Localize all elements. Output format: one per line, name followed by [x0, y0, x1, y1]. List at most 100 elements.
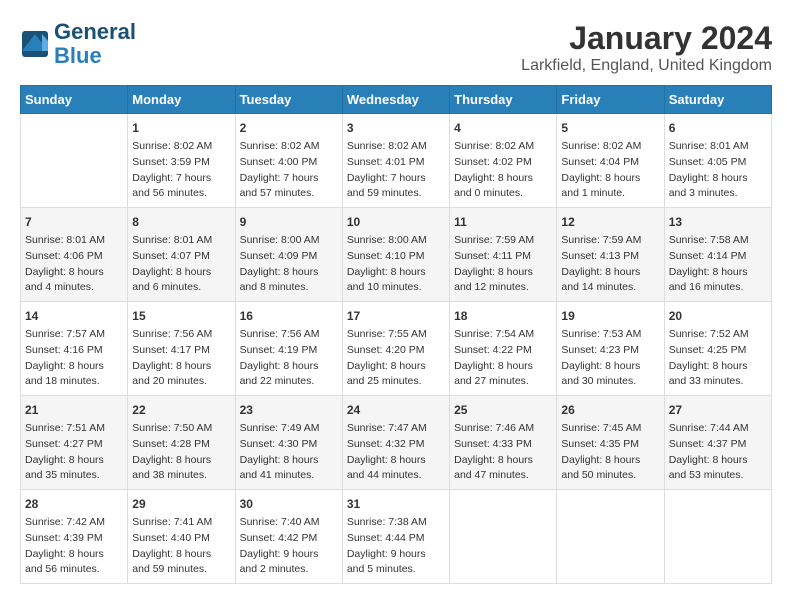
day-content: Sunrise: 7:52 AM Sunset: 4:25 PM Dayligh…	[669, 327, 767, 390]
day-number: 12	[561, 213, 659, 231]
day-number: 23	[240, 401, 338, 419]
logo: General Blue	[20, 20, 136, 68]
calendar-cell: 25Sunrise: 7:46 AM Sunset: 4:33 PM Dayli…	[450, 396, 557, 490]
calendar-cell: 1Sunrise: 8:02 AM Sunset: 3:59 PM Daylig…	[128, 114, 235, 208]
calendar-cell: 31Sunrise: 7:38 AM Sunset: 4:44 PM Dayli…	[342, 490, 449, 584]
day-number: 24	[347, 401, 445, 419]
day-content: Sunrise: 7:42 AM Sunset: 4:39 PM Dayligh…	[25, 515, 123, 578]
calendar-row: 28 Sunrise: 7:42 AM Sunset: 4:39 PM Dayli…	[21, 490, 772, 584]
day-content: Sunrise: 7:56 AM Sunset: 4:17 PM Dayligh…	[132, 327, 230, 390]
day-number: 10	[347, 213, 445, 231]
calendar-cell	[557, 490, 664, 584]
day-number: 8	[132, 213, 230, 231]
calendar-row: 14 Sunrise: 7:57 AM Sunset: 4:16 PM Dayli…	[21, 302, 772, 396]
calendar-cell: 12 Sunrise: 7:59 AM Sunset: 4:13 PM Dayli…	[557, 208, 664, 302]
logo-line2: Blue	[54, 43, 102, 68]
day-number: 28	[25, 495, 123, 513]
day-content: Sunrise: 7:44 AM Sunset: 4:37 PM Dayligh…	[669, 421, 767, 484]
day-number: 17	[347, 307, 445, 325]
day-content: Sunrise: 7:51 AM Sunset: 4:27 PM Dayligh…	[25, 421, 123, 484]
day-number: 25	[454, 401, 552, 419]
day-content: Sunrise: 7:50 AM Sunset: 4:28 PM Dayligh…	[132, 421, 230, 484]
calendar-cell	[21, 114, 128, 208]
day-content: Sunrise: 7:45 AM Sunset: 4:35 PM Dayligh…	[561, 421, 659, 484]
calendar-cell: 23Sunrise: 7:49 AM Sunset: 4:30 PM Dayli…	[235, 396, 342, 490]
day-number: 4	[454, 119, 552, 137]
day-content: Sunrise: 8:00 AM Sunset: 4:10 PM Dayligh…	[347, 233, 445, 296]
calendar-cell: 10 Sunrise: 8:00 AM Sunset: 4:10 PM Dayli…	[342, 208, 449, 302]
header: General Blue January 2024 Larkfield, Eng…	[20, 20, 772, 75]
page-subtitle: Larkfield, England, United Kingdom	[521, 57, 772, 75]
day-number: 15	[132, 307, 230, 325]
day-number: 5	[561, 119, 659, 137]
page-title: January 2024	[521, 20, 772, 57]
day-number: 29	[132, 495, 230, 513]
day-number: 3	[347, 119, 445, 137]
logo-line1: General	[54, 19, 136, 44]
header-cell-thursday: Thursday	[450, 86, 557, 114]
calendar-cell: 16 Sunrise: 7:56 AM Sunset: 4:19 PM Dayli…	[235, 302, 342, 396]
calendar-cell: 18Sunrise: 7:54 AM Sunset: 4:22 PM Dayli…	[450, 302, 557, 396]
calendar-cell: 19 Sunrise: 7:53 AM Sunset: 4:23 PM Dayli…	[557, 302, 664, 396]
day-number: 9	[240, 213, 338, 231]
header-cell-tuesday: Tuesday	[235, 86, 342, 114]
calendar-cell: 26 Sunrise: 7:45 AM Sunset: 4:35 PM Dayli…	[557, 396, 664, 490]
calendar-cell: 3Sunrise: 8:02 AM Sunset: 4:01 PM Daylig…	[342, 114, 449, 208]
day-content: Sunrise: 7:56 AM Sunset: 4:19 PM Dayligh…	[240, 327, 338, 390]
title-block: January 2024 Larkfield, England, United …	[521, 20, 772, 75]
day-number: 13	[669, 213, 767, 231]
day-content: Sunrise: 7:59 AM Sunset: 4:13 PM Dayligh…	[561, 233, 659, 296]
day-content: Sunrise: 8:02 AM Sunset: 4:04 PM Dayligh…	[561, 139, 659, 202]
calendar-cell	[450, 490, 557, 584]
calendar-cell: 29 Sunrise: 7:41 AM Sunset: 4:40 PM Dayli…	[128, 490, 235, 584]
day-content: Sunrise: 7:58 AM Sunset: 4:14 PM Dayligh…	[669, 233, 767, 296]
day-number: 26	[561, 401, 659, 419]
header-cell-wednesday: Wednesday	[342, 86, 449, 114]
day-content: Sunrise: 7:57 AM Sunset: 4:16 PM Dayligh…	[25, 327, 123, 390]
calendar-cell: 7 Sunrise: 8:01 AM Sunset: 4:06 PM Daylig…	[21, 208, 128, 302]
day-content: Sunrise: 8:01 AM Sunset: 4:05 PM Dayligh…	[669, 139, 767, 202]
calendar-cell: 13 Sunrise: 7:58 AM Sunset: 4:14 PM Dayli…	[664, 208, 771, 302]
day-number: 27	[669, 401, 767, 419]
calendar-cell: 27 Sunrise: 7:44 AM Sunset: 4:37 PM Dayli…	[664, 396, 771, 490]
calendar-table: SundayMondayTuesdayWednesdayThursdayFrid…	[20, 85, 772, 584]
calendar-cell: 15 Sunrise: 7:56 AM Sunset: 4:17 PM Dayli…	[128, 302, 235, 396]
day-content: Sunrise: 8:01 AM Sunset: 4:06 PM Dayligh…	[25, 233, 123, 296]
header-cell-sunday: Sunday	[21, 86, 128, 114]
day-number: 7	[25, 213, 123, 231]
calendar-cell: 22Sunrise: 7:50 AM Sunset: 4:28 PM Dayli…	[128, 396, 235, 490]
header-cell-friday: Friday	[557, 86, 664, 114]
day-content: Sunrise: 7:55 AM Sunset: 4:20 PM Dayligh…	[347, 327, 445, 390]
day-number: 6	[669, 119, 767, 137]
day-content: Sunrise: 8:02 AM Sunset: 3:59 PM Dayligh…	[132, 139, 230, 202]
day-content: Sunrise: 7:47 AM Sunset: 4:32 PM Dayligh…	[347, 421, 445, 484]
day-content: Sunrise: 7:41 AM Sunset: 4:40 PM Dayligh…	[132, 515, 230, 578]
calendar-cell: 20 Sunrise: 7:52 AM Sunset: 4:25 PM Dayli…	[664, 302, 771, 396]
logo-icon	[20, 29, 50, 59]
day-number: 16	[240, 307, 338, 325]
day-number: 19	[561, 307, 659, 325]
day-content: Sunrise: 8:02 AM Sunset: 4:02 PM Dayligh…	[454, 139, 552, 202]
calendar-cell: 21 Sunrise: 7:51 AM Sunset: 4:27 PM Dayli…	[21, 396, 128, 490]
calendar-row: 7 Sunrise: 8:01 AM Sunset: 4:06 PM Daylig…	[21, 208, 772, 302]
logo-text: General Blue	[54, 20, 136, 68]
day-number: 2	[240, 119, 338, 137]
day-content: Sunrise: 7:54 AM Sunset: 4:22 PM Dayligh…	[454, 327, 552, 390]
day-content: Sunrise: 7:40 AM Sunset: 4:42 PM Dayligh…	[240, 515, 338, 578]
header-cell-saturday: Saturday	[664, 86, 771, 114]
day-number: 11	[454, 213, 552, 231]
day-content: Sunrise: 8:00 AM Sunset: 4:09 PM Dayligh…	[240, 233, 338, 296]
calendar-cell: 8Sunrise: 8:01 AM Sunset: 4:07 PM Daylig…	[128, 208, 235, 302]
calendar-cell: 9 Sunrise: 8:00 AM Sunset: 4:09 PM Daylig…	[235, 208, 342, 302]
day-number: 31	[347, 495, 445, 513]
day-number: 14	[25, 307, 123, 325]
calendar-row: 1Sunrise: 8:02 AM Sunset: 3:59 PM Daylig…	[21, 114, 772, 208]
day-content: Sunrise: 7:53 AM Sunset: 4:23 PM Dayligh…	[561, 327, 659, 390]
calendar-cell	[664, 490, 771, 584]
calendar-cell: 17 Sunrise: 7:55 AM Sunset: 4:20 PM Dayli…	[342, 302, 449, 396]
calendar-cell: 28 Sunrise: 7:42 AM Sunset: 4:39 PM Dayli…	[21, 490, 128, 584]
calendar-row: 21 Sunrise: 7:51 AM Sunset: 4:27 PM Dayli…	[21, 396, 772, 490]
day-number: 20	[669, 307, 767, 325]
day-number: 21	[25, 401, 123, 419]
calendar-cell: 30Sunrise: 7:40 AM Sunset: 4:42 PM Dayli…	[235, 490, 342, 584]
